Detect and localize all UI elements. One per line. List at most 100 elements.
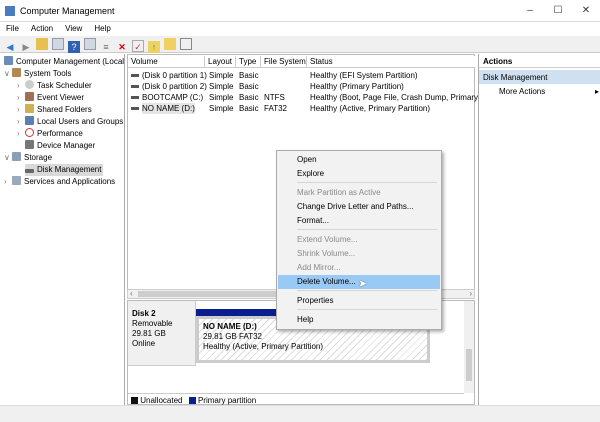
disk-name: Disk 2 [132, 309, 156, 318]
table-cell: Basic [239, 104, 259, 113]
chevron-right-icon[interactable]: › [17, 116, 25, 128]
column-header-file-system[interactable]: File System [261, 56, 307, 68]
computer-icon [4, 56, 13, 65]
table-cell: Simple [209, 93, 234, 102]
chevron-right-icon[interactable]: › [4, 176, 12, 188]
chevron-right-icon[interactable]: › [17, 104, 25, 116]
show-hide-tree-icon[interactable] [52, 38, 64, 50]
table-row[interactable]: (Disk 0 partition 2) Simple Basic Healthy (… [128, 81, 474, 92]
tree-item-local-users[interactable]: › Local Users and Groups [17, 116, 123, 128]
table-row[interactable]: NO NAME (D:) Simple Basic FAT32 Healthy (Act… [128, 103, 474, 114]
close-button[interactable]: ✕ [572, 0, 600, 22]
storage-icon [12, 152, 21, 161]
scroll-left-icon[interactable]: ‹ [130, 289, 133, 298]
status-bar [0, 405, 600, 422]
tree-item-device-manager[interactable]: Device Manager [25, 140, 95, 152]
column-header-type[interactable]: Type [236, 56, 261, 68]
arrow-right-icon: ▸ [594, 87, 599, 96]
tree-item-event-viewer[interactable]: › Event Viewer [17, 92, 84, 104]
device-manager-icon [25, 140, 34, 149]
chevron-down-icon[interactable]: ∨ [4, 152, 12, 164]
users-icon [25, 116, 34, 125]
menu-item-properties[interactable]: Properties [278, 294, 440, 308]
menu-file[interactable]: File [0, 22, 25, 35]
table-cell: Basic [239, 71, 259, 80]
actions-pane: Actions Disk Management More Actions ▸ [478, 54, 600, 405]
table-cell: NTFS [264, 93, 285, 102]
column-header-status[interactable]: Status [307, 56, 475, 68]
menu-item-help[interactable]: Help [278, 313, 440, 327]
chevron-right-icon[interactable]: › [17, 80, 25, 92]
chevron-right-icon[interactable]: › [17, 128, 25, 140]
menu-view[interactable]: View [59, 22, 88, 35]
tree-item-services-applications[interactable]: › Services and Applications [4, 176, 115, 188]
table-cell: Simple [209, 82, 234, 91]
tree-item-shared-folders[interactable]: › Shared Folders [17, 104, 92, 116]
legend-label-primary: Primary partition [197, 396, 257, 405]
table-row[interactable]: BOOTCAMP (C:) Simple Basic NTFS Healthy (Boo… [128, 92, 486, 103]
help-icon[interactable]: ? [68, 41, 80, 53]
column-header-layout[interactable]: Layout [205, 56, 236, 68]
scroll-right-icon[interactable]: › [469, 289, 472, 298]
table-cell: (Disk 0 partition 2) [142, 82, 207, 91]
more-actions-label: More Actions [499, 87, 546, 96]
table-cell: Simple [209, 104, 234, 113]
maximize-button[interactable]: ☐ [544, 0, 572, 22]
tree-item-disk-management[interactable]: Disk Management [25, 164, 104, 176]
window-title: Computer Management [20, 6, 115, 16]
table-cell: Simple [209, 71, 234, 80]
disk-info[interactable]: Disk 2 Removable 29.81 GB Online [128, 301, 196, 366]
legend: Unallocated Primary partition [128, 393, 464, 405]
disk-state: Online [132, 339, 156, 348]
up-folder-icon[interactable] [36, 38, 48, 50]
import-icon[interactable]: ↑ [148, 41, 160, 53]
forward-icon[interactable]: ▶ [20, 41, 32, 53]
app-icon [5, 6, 15, 16]
table-cell: FAT32 [264, 104, 287, 113]
disk-type: Removable [132, 319, 173, 328]
menu-item-format[interactable]: Format... [278, 214, 440, 228]
search-icon[interactable] [164, 38, 176, 50]
column-header-volume[interactable]: Volume [128, 56, 205, 68]
chevron-down-icon[interactable]: ∨ [4, 68, 12, 80]
back-icon[interactable]: ◀ [4, 41, 16, 53]
table-cell: Healthy (Primary Partition) [310, 82, 404, 91]
delete-icon[interactable]: ✕ [116, 41, 128, 53]
menu-item-change-drive-letter-and-paths[interactable]: Change Drive Letter and Paths... [278, 200, 440, 214]
more-actions[interactable]: More Actions ▸ [499, 87, 599, 99]
tree-item-system-tools[interactable]: ∨ System Tools [4, 68, 71, 80]
menu-item-open[interactable]: Open [278, 153, 440, 167]
event-viewer-icon [25, 92, 34, 101]
table-cell: Basic [239, 93, 259, 102]
menu-bar: File Action View Help [0, 22, 600, 36]
view-icon[interactable] [180, 38, 192, 50]
properties-icon[interactable]: ✓ [132, 40, 144, 52]
toolbar: ◀ ▶? ≡ ✕ ✓ ↑ [0, 36, 600, 53]
disk-size: 29.81 GB [132, 329, 166, 338]
actions-section-disk-management[interactable]: Disk Management [479, 70, 600, 84]
tree-item-storage[interactable]: ∨ Storage [4, 152, 52, 164]
legend-swatch-unallocated [131, 397, 138, 404]
volume-icon [131, 96, 139, 99]
menu-item-explore[interactable]: Explore [278, 167, 440, 181]
disk-icon [25, 169, 34, 173]
minimize-button[interactable]: – [516, 0, 544, 22]
menu-item-mark-partition-as-active: Mark Partition as Active [297, 188, 381, 197]
tree-item-performance[interactable]: › Performance [17, 128, 83, 140]
chevron-right-icon[interactable]: › [17, 92, 25, 104]
menu-separator [297, 309, 437, 310]
menu-item-shrink-volume: Shrink Volume... [297, 249, 356, 258]
show-action-pane-icon[interactable] [84, 38, 96, 50]
connect-icon[interactable]: ≡ [100, 41, 112, 53]
menu-separator [297, 290, 437, 291]
vertical-scrollbar[interactable] [464, 301, 474, 393]
tree-item-computer-management[interactable]: Computer Management (Local [4, 56, 124, 68]
menu-action[interactable]: Action [25, 22, 59, 35]
services-icon [12, 176, 21, 185]
tree-item-task-scheduler[interactable]: › Task Scheduler [17, 80, 92, 92]
volume-icon [131, 85, 139, 88]
table-row[interactable]: (Disk 0 partition 1) Simple Basic Healthy (… [128, 70, 474, 81]
menu-help[interactable]: Help [88, 22, 116, 35]
table-cell: Healthy (EFI System Partition) [310, 71, 418, 80]
scrollbar-thumb[interactable] [466, 349, 472, 381]
